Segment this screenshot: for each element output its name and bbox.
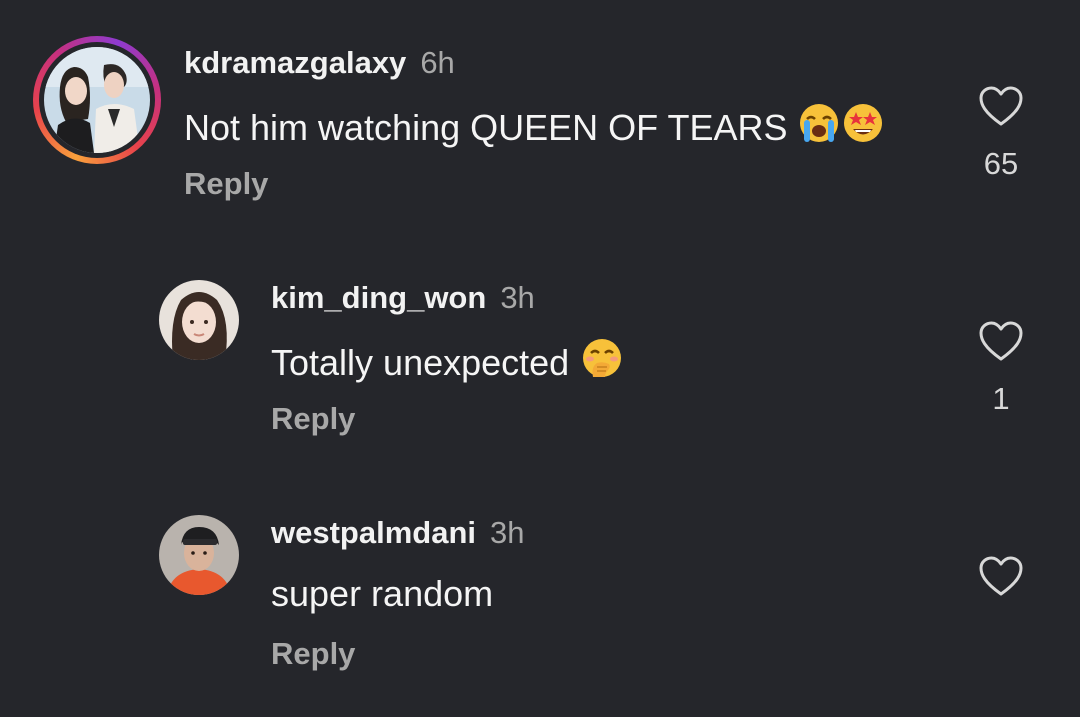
- comment-body: Not him watching QUEEN OF TEARS: [184, 107, 788, 148]
- face-with-hand-over-mouth-icon: [581, 337, 623, 389]
- username[interactable]: kdramazgalaxy: [184, 45, 406, 80]
- heart-icon[interactable]: [978, 556, 1024, 598]
- like-control: [966, 556, 1036, 598]
- comment-text: Totally unexpected: [271, 337, 623, 389]
- timestamp: 3h: [500, 280, 535, 315]
- avatar[interactable]: [44, 47, 150, 153]
- loudly-crying-face-icon: [798, 102, 840, 154]
- comment-text: Not him watching QUEEN OF TEARS: [184, 102, 884, 154]
- like-count: 65: [983, 146, 1019, 181]
- star-struck-face-icon: [842, 102, 884, 154]
- avatar[interactable]: [159, 515, 239, 595]
- like-control: 1: [966, 321, 1036, 417]
- timestamp: 6h: [420, 45, 455, 80]
- reply-button[interactable]: Reply: [271, 400, 355, 438]
- comment-header: westpalmdani 3h: [271, 514, 524, 552]
- avatar[interactable]: [159, 280, 239, 360]
- heart-icon[interactable]: [978, 86, 1024, 128]
- like-count: 1: [992, 381, 1010, 416]
- username[interactable]: kim_ding_won: [271, 280, 486, 315]
- reply-button[interactable]: Reply: [271, 635, 355, 673]
- reply-button[interactable]: Reply: [184, 165, 268, 203]
- heart-icon[interactable]: [978, 321, 1024, 363]
- like-control: 65: [966, 86, 1036, 182]
- timestamp: 3h: [490, 515, 525, 550]
- username[interactable]: westpalmdani: [271, 515, 476, 550]
- comment-header: kim_ding_won 3h: [271, 279, 535, 317]
- comment-text: super random: [271, 572, 493, 616]
- comment-body: super random: [271, 573, 494, 614]
- comment-item: kdramazgalaxy 6h Not him watching QUEEN O…: [0, 0, 1080, 230]
- comment-header: kdramazgalaxy 6h: [184, 44, 455, 82]
- comment-body: Totally unexpected: [271, 342, 570, 383]
